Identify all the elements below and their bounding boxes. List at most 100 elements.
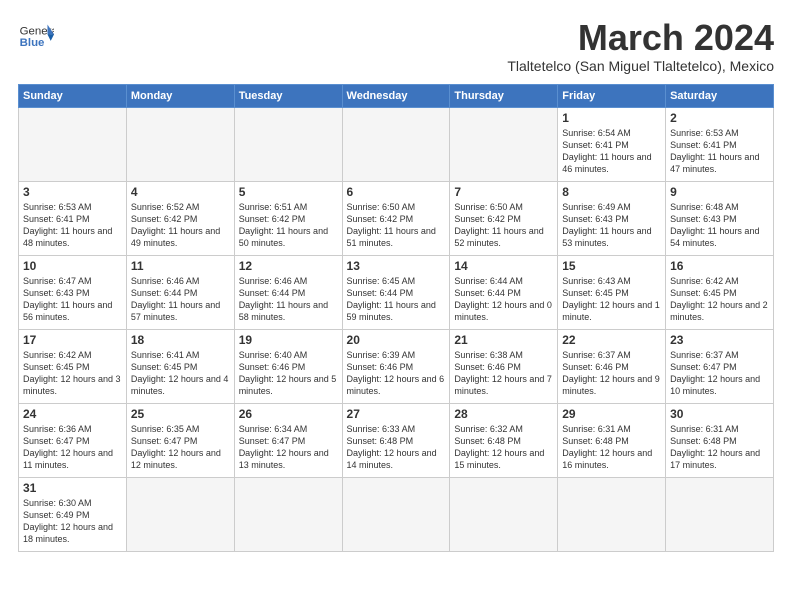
calendar-cell: 17 Sunrise: 6:42 AM Sunset: 6:45 PM Dayli… xyxy=(19,329,127,403)
day-info: Sunrise: 6:34 AM Sunset: 6:47 PM Dayligh… xyxy=(239,423,338,472)
calendar-cell: 31Sunrise: 6:30 AM Sunset: 6:49 PM Dayli… xyxy=(19,477,127,551)
day-number: 11 xyxy=(131,259,230,273)
calendar-cell: 29 Sunrise: 6:31 AM Sunset: 6:48 PM Dayli… xyxy=(558,403,666,477)
calendar-cell: 4 Sunrise: 6:52 AM Sunset: 6:42 PM Daylig… xyxy=(126,181,234,255)
calendar-cell xyxy=(342,477,450,551)
calendar-cell: 27Sunrise: 6:33 AM Sunset: 6:48 PM Dayli… xyxy=(342,403,450,477)
week-row-3: 17 Sunrise: 6:42 AM Sunset: 6:45 PM Dayli… xyxy=(19,329,774,403)
weekday-header-sunday: Sunday xyxy=(19,84,127,107)
day-number: 21 xyxy=(454,333,553,347)
day-info: Sunrise: 6:52 AM Sunset: 6:42 PM Dayligh… xyxy=(131,201,230,250)
day-info: Sunrise: 6:45 AM Sunset: 6:44 PM Dayligh… xyxy=(347,275,446,324)
title-block: March 2024 Tlaltetelco (San Miguel Tlalt… xyxy=(507,18,774,74)
calendar-cell: 2Sunrise: 6:53 AM Sunset: 6:41 PM Daylig… xyxy=(666,107,774,181)
day-info: Sunrise: 6:38 AM Sunset: 6:46 PM Dayligh… xyxy=(454,349,553,398)
calendar-cell: 3 Sunrise: 6:53 AM Sunset: 6:41 PM Daylig… xyxy=(19,181,127,255)
calendar-cell xyxy=(126,107,234,181)
day-info: Sunrise: 6:49 AM Sunset: 6:43 PM Dayligh… xyxy=(562,201,661,250)
day-info: Sunrise: 6:43 AM Sunset: 6:45 PM Dayligh… xyxy=(562,275,661,324)
day-info: Sunrise: 6:31 AM Sunset: 6:48 PM Dayligh… xyxy=(670,423,769,472)
day-number: 15 xyxy=(562,259,661,273)
day-number: 6 xyxy=(347,185,446,199)
calendar-cell xyxy=(558,477,666,551)
day-info: Sunrise: 6:37 AM Sunset: 6:46 PM Dayligh… xyxy=(562,349,661,398)
day-number: 20 xyxy=(347,333,446,347)
calendar-cell: 10 Sunrise: 6:47 AM Sunset: 6:43 PM Dayli… xyxy=(19,255,127,329)
week-row-2: 10 Sunrise: 6:47 AM Sunset: 6:43 PM Dayli… xyxy=(19,255,774,329)
calendar-cell: 26 Sunrise: 6:34 AM Sunset: 6:47 PM Dayli… xyxy=(234,403,342,477)
calendar-cell xyxy=(450,477,558,551)
day-number: 24 xyxy=(23,407,122,421)
day-number: 16 xyxy=(670,259,769,273)
day-info: Sunrise: 6:46 AM Sunset: 6:44 PM Dayligh… xyxy=(239,275,338,324)
day-info: Sunrise: 6:37 AM Sunset: 6:47 PM Dayligh… xyxy=(670,349,769,398)
day-number: 28 xyxy=(454,407,553,421)
calendar-cell xyxy=(666,477,774,551)
day-info: Sunrise: 6:46 AM Sunset: 6:44 PM Dayligh… xyxy=(131,275,230,324)
calendar-cell: 25Sunrise: 6:35 AM Sunset: 6:47 PM Dayli… xyxy=(126,403,234,477)
weekday-header-saturday: Saturday xyxy=(666,84,774,107)
calendar-cell: 20 Sunrise: 6:39 AM Sunset: 6:46 PM Dayli… xyxy=(342,329,450,403)
calendar-cell xyxy=(450,107,558,181)
location-title: Tlaltetelco (San Miguel Tlaltetelco), Me… xyxy=(507,58,774,74)
calendar-table: SundayMondayTuesdayWednesdayThursdayFrid… xyxy=(18,84,774,552)
day-number: 4 xyxy=(131,185,230,199)
calendar-cell: 7Sunrise: 6:50 AM Sunset: 6:42 PM Daylig… xyxy=(450,181,558,255)
calendar-cell: 16 Sunrise: 6:42 AM Sunset: 6:45 PM Dayli… xyxy=(666,255,774,329)
calendar-cell xyxy=(126,477,234,551)
day-number: 22 xyxy=(562,333,661,347)
day-number: 10 xyxy=(23,259,122,273)
day-number: 1 xyxy=(562,111,661,125)
day-info: Sunrise: 6:54 AM Sunset: 6:41 PM Dayligh… xyxy=(562,127,661,176)
calendar-cell: 30 Sunrise: 6:31 AM Sunset: 6:48 PM Dayli… xyxy=(666,403,774,477)
day-number: 3 xyxy=(23,185,122,199)
day-info: Sunrise: 6:47 AM Sunset: 6:43 PM Dayligh… xyxy=(23,275,122,324)
day-info: Sunrise: 6:33 AM Sunset: 6:48 PM Dayligh… xyxy=(347,423,446,472)
day-number: 12 xyxy=(239,259,338,273)
calendar-cell: 19 Sunrise: 6:40 AM Sunset: 6:46 PM Dayli… xyxy=(234,329,342,403)
day-number: 13 xyxy=(347,259,446,273)
day-number: 30 xyxy=(670,407,769,421)
calendar-cell: 28 Sunrise: 6:32 AM Sunset: 6:48 PM Dayli… xyxy=(450,403,558,477)
day-number: 18 xyxy=(131,333,230,347)
week-row-5: 31Sunrise: 6:30 AM Sunset: 6:49 PM Dayli… xyxy=(19,477,774,551)
day-info: Sunrise: 6:31 AM Sunset: 6:48 PM Dayligh… xyxy=(562,423,661,472)
day-number: 17 xyxy=(23,333,122,347)
day-info: Sunrise: 6:35 AM Sunset: 6:47 PM Dayligh… xyxy=(131,423,230,472)
calendar-cell xyxy=(342,107,450,181)
week-row-1: 3 Sunrise: 6:53 AM Sunset: 6:41 PM Daylig… xyxy=(19,181,774,255)
weekday-header-friday: Friday xyxy=(558,84,666,107)
day-info: Sunrise: 6:32 AM Sunset: 6:48 PM Dayligh… xyxy=(454,423,553,472)
calendar-cell: 24Sunrise: 6:36 AM Sunset: 6:47 PM Dayli… xyxy=(19,403,127,477)
calendar-cell: 21 Sunrise: 6:38 AM Sunset: 6:46 PM Dayli… xyxy=(450,329,558,403)
day-number: 14 xyxy=(454,259,553,273)
day-info: Sunrise: 6:53 AM Sunset: 6:41 PM Dayligh… xyxy=(23,201,122,250)
day-info: Sunrise: 6:50 AM Sunset: 6:42 PM Dayligh… xyxy=(347,201,446,250)
logo-icon: General Blue xyxy=(18,18,54,54)
weekday-header-tuesday: Tuesday xyxy=(234,84,342,107)
day-info: Sunrise: 6:39 AM Sunset: 6:46 PM Dayligh… xyxy=(347,349,446,398)
weekday-header-thursday: Thursday xyxy=(450,84,558,107)
day-number: 2 xyxy=(670,111,769,125)
day-info: Sunrise: 6:42 AM Sunset: 6:45 PM Dayligh… xyxy=(670,275,769,324)
calendar-cell: 23Sunrise: 6:37 AM Sunset: 6:47 PM Dayli… xyxy=(666,329,774,403)
calendar-cell: 13 Sunrise: 6:45 AM Sunset: 6:44 PM Dayli… xyxy=(342,255,450,329)
day-number: 29 xyxy=(562,407,661,421)
header: General Blue March 2024 Tlaltetelco (San… xyxy=(18,18,774,74)
calendar-cell: 15 Sunrise: 6:43 AM Sunset: 6:45 PM Dayli… xyxy=(558,255,666,329)
week-row-0: 1 Sunrise: 6:54 AM Sunset: 6:41 PM Daylig… xyxy=(19,107,774,181)
day-info: Sunrise: 6:42 AM Sunset: 6:45 PM Dayligh… xyxy=(23,349,122,398)
day-info: Sunrise: 6:51 AM Sunset: 6:42 PM Dayligh… xyxy=(239,201,338,250)
calendar-cell: 14Sunrise: 6:44 AM Sunset: 6:44 PM Dayli… xyxy=(450,255,558,329)
day-number: 9 xyxy=(670,185,769,199)
calendar-cell xyxy=(19,107,127,181)
day-info: Sunrise: 6:40 AM Sunset: 6:46 PM Dayligh… xyxy=(239,349,338,398)
calendar-cell: 22 Sunrise: 6:37 AM Sunset: 6:46 PM Dayli… xyxy=(558,329,666,403)
calendar-cell: 9Sunrise: 6:48 AM Sunset: 6:43 PM Daylig… xyxy=(666,181,774,255)
day-number: 26 xyxy=(239,407,338,421)
day-number: 19 xyxy=(239,333,338,347)
calendar-cell: 12 Sunrise: 6:46 AM Sunset: 6:44 PM Dayli… xyxy=(234,255,342,329)
calendar-cell xyxy=(234,477,342,551)
day-number: 31 xyxy=(23,481,122,495)
day-number: 5 xyxy=(239,185,338,199)
